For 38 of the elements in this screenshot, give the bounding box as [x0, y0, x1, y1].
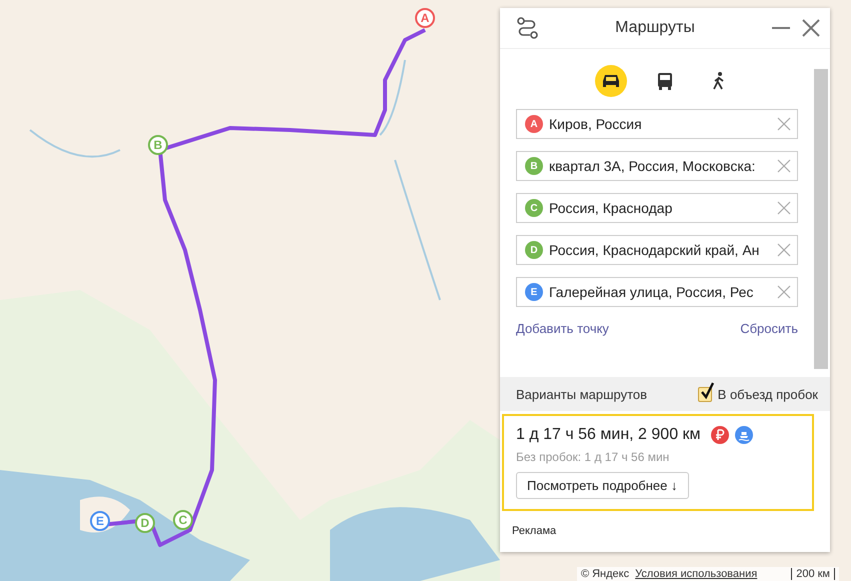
waypoint-marker: C	[525, 199, 543, 217]
route-summary: 1 д 17 ч 56 мин, 2 900 км	[516, 426, 701, 444]
waypoint-field[interactable]: D Россия, Краснодарский край, Ан	[516, 235, 798, 265]
reset-link[interactable]: Сбросить	[740, 321, 798, 336]
ad-label: Реклама	[512, 525, 556, 537]
waypoint-marker: B	[525, 157, 543, 175]
car-icon	[601, 73, 621, 89]
waypoint-field[interactable]: E Галерейная улица, Россия, Рес	[516, 277, 798, 307]
clear-icon[interactable]	[777, 201, 791, 215]
walking-person-icon	[712, 72, 726, 90]
no-traffic-time: Без пробок: 1 д 17 ч 56 мин	[516, 450, 670, 464]
scale-bar: 200 км	[791, 568, 835, 580]
terms-link[interactable]: Условия использования	[635, 568, 758, 580]
car-mode-tab[interactable]	[595, 65, 627, 97]
clear-icon[interactable]	[777, 243, 791, 257]
copyright-text: © Яндекс	[580, 568, 630, 580]
ruble-icon	[710, 426, 729, 444]
details-button[interactable]: Посмотреть подробнее ↓	[516, 472, 689, 499]
waypoint-marker: A	[525, 115, 543, 133]
close-icon[interactable]	[802, 19, 820, 37]
panel-title: Маршруты	[614, 19, 696, 37]
waypoint-marker: E	[525, 283, 543, 301]
waypoint-field[interactable]: C Россия, Краснодар	[516, 193, 798, 223]
waypoint-marker: D	[525, 241, 543, 259]
clear-icon[interactable]	[777, 117, 791, 131]
variants-label: Варианты маршрутов	[516, 386, 648, 402]
route-icon[interactable]	[516, 17, 538, 39]
avoid-traffic-checkbox[interactable]: В объезд пробок	[698, 386, 818, 402]
ferry-icon	[734, 426, 753, 444]
waypoint-field[interactable]: A Киров, Россия	[516, 109, 798, 139]
route-card[interactable]: 1 д 17 ч 56 мин, 2 900 км Без пробок: 1 д 17 ч 56 мин Посмотреть подробнее ↓	[502, 414, 814, 511]
add-point-link[interactable]: Добавить точку	[516, 321, 609, 336]
clear-icon[interactable]	[777, 285, 791, 299]
bus-icon	[657, 72, 673, 90]
waypoint-field[interactable]: B квартал 3А, Россия, Московска:	[516, 151, 798, 181]
checkmark-icon	[698, 382, 715, 400]
scrollbar[interactable]	[814, 69, 828, 369]
clear-icon[interactable]	[777, 159, 791, 173]
